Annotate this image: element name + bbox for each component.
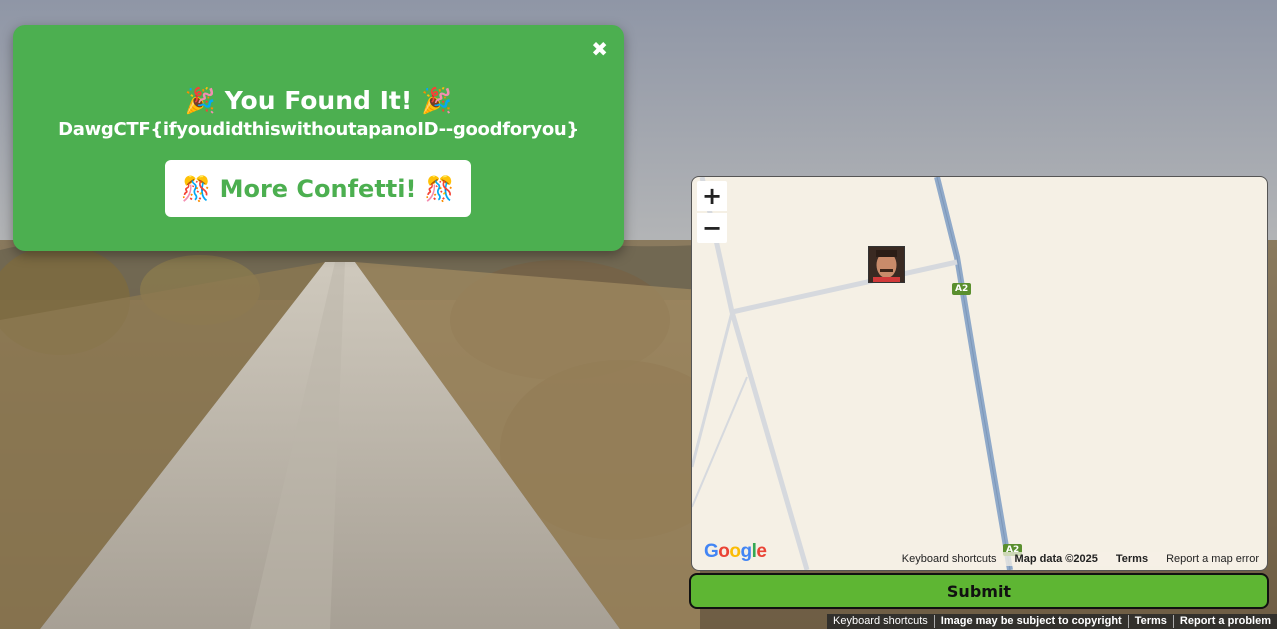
zoom-out-icon[interactable]: − xyxy=(697,213,727,243)
report-map-error-link[interactable]: Report a map error xyxy=(1166,553,1259,565)
streetview-attribution: Keyboard shortcuts Image may be subject … xyxy=(827,614,1277,629)
close-icon[interactable]: ✖ xyxy=(591,37,608,61)
map-marker-avatar-icon[interactable] xyxy=(868,246,905,283)
submit-button[interactable]: Submit xyxy=(689,573,1269,609)
more-confetti-button[interactable]: 🎊 More Confetti! 🎊 xyxy=(165,160,471,217)
keyboard-shortcuts-link[interactable]: Keyboard shortcuts xyxy=(827,615,934,628)
route-shield-label: A2 xyxy=(952,283,972,295)
zoom-in-icon[interactable]: + xyxy=(697,181,727,211)
guess-map[interactable]: + − A2 A2 Google Keyboard shortcuts Map … xyxy=(691,176,1268,571)
flag-text: DawgCTF{ifyoudidthiswithoutapanoID--good… xyxy=(58,119,579,140)
map-keyboard-shortcuts-link[interactable]: Keyboard shortcuts xyxy=(902,553,997,565)
map-attribution: Keyboard shortcuts Map data ©2025 Terms … xyxy=(899,552,1261,566)
map-roads xyxy=(692,177,1013,570)
terms-link[interactable]: Terms xyxy=(1127,615,1173,628)
popup-title: 🎉 You Found It! 🎉 xyxy=(184,86,453,115)
google-logo: Google xyxy=(704,541,767,562)
map-terms-link[interactable]: Terms xyxy=(1116,553,1148,565)
map-data-label: Map data ©2025 xyxy=(1014,553,1098,565)
copyright-notice: Image may be subject to copyright xyxy=(933,615,1128,628)
success-popup: ✖ 🎉 You Found It! 🎉 DawgCTF{ifyoudidthis… xyxy=(13,25,624,251)
report-problem-link[interactable]: Report a problem xyxy=(1172,615,1277,628)
